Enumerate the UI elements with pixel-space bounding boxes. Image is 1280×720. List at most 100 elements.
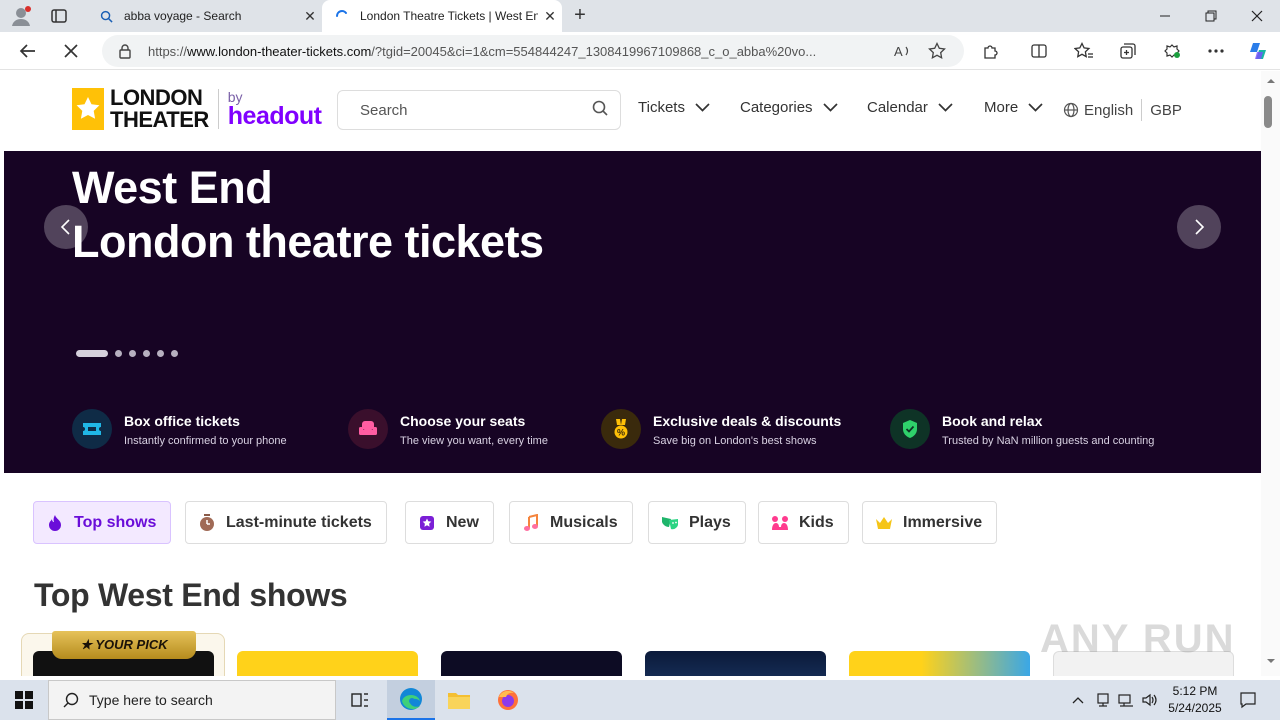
feature-subtitle: Trusted by NaN million guests and counti… [942,435,1155,447]
show-card[interactable] [237,651,418,676]
back-arrow-icon[interactable] [13,36,43,66]
category-chip-last-minute[interactable]: Last-minute tickets [185,501,387,544]
currency-label[interactable]: GBP [1150,102,1182,119]
minimize-button[interactable] [1142,0,1188,32]
read-aloud-icon[interactable]: A [894,43,918,59]
close-tab-icon[interactable]: ✕ [298,8,322,25]
tray-chevron-up-icon[interactable] [1068,690,1088,710]
logo-star-icon [72,88,104,130]
taskbar-search-placeholder: Type here to search [89,692,213,708]
close-window-button[interactable] [1234,0,1280,32]
show-card[interactable] [645,651,826,676]
tab-abba-voyage-search[interactable]: abba voyage - Search ✕ [86,0,322,32]
hero-banner: West End London theatre tickets Box offi… [4,151,1261,473]
category-chip-plays[interactable]: Plays [648,501,746,544]
edge-browser-icon[interactable] [387,680,435,720]
settings-more-icon[interactable] [1203,38,1229,64]
chip-label: Musicals [550,513,618,531]
carousel-next-button[interactable] [1177,205,1221,249]
feature-subtitle: Instantly confirmed to your phone [124,435,287,447]
chip-label: Kids [799,513,834,531]
close-tab-icon[interactable]: ✕ [538,8,562,25]
carousel-dot[interactable] [143,350,150,357]
logo-brand-text: headout [227,102,322,130]
feature-choose-seats: Choose your seats The view you want, eve… [348,409,548,449]
search-input[interactable] [360,101,592,119]
file-explorer-icon[interactable] [435,680,483,720]
clock-date: 5/24/2025 [1168,701,1222,715]
chevron-down-icon [822,103,838,112]
category-chip-immersive[interactable]: Immersive [862,501,998,544]
favorite-star-icon[interactable] [928,42,952,60]
carousel-dot[interactable] [129,350,136,357]
notifications-icon[interactable] [1238,690,1258,710]
nav-tickets[interactable]: Tickets [638,99,710,116]
category-chip-new[interactable]: New [405,501,494,544]
browser-essentials-icon[interactable] [1159,38,1185,64]
split-screen-icon[interactable] [1026,38,1052,64]
feature-title: Exclusive deals & discounts [653,413,842,429]
copilot-icon[interactable] [1245,38,1271,64]
profile-avatar-icon[interactable] [10,5,34,27]
nav-categories[interactable]: Categories [740,99,838,116]
address-bar[interactable]: https://www.london-theater-tickets.com/?… [102,35,964,67]
feature-book-relax: Book and relax Trusted by NaN million gu… [890,409,1154,449]
browser-tab-bar: abba voyage - Search ✕ London Theatre Ti… [0,0,1280,32]
carousel-prev-button[interactable] [44,205,88,249]
chip-label: Plays [689,513,731,531]
site-search[interactable] [337,90,621,130]
firefox-icon[interactable] [484,680,532,720]
network-device-icon[interactable] [1093,690,1113,710]
category-chip-kids[interactable]: Kids [758,501,849,544]
collections-icon[interactable] [1115,38,1141,64]
carousel-dot[interactable] [76,350,108,357]
carousel-dot[interactable] [115,350,122,357]
network-icon[interactable] [1116,690,1136,710]
chip-label: Immersive [903,513,983,531]
site-header: LONDON THEATER by headout Tickets Catego… [4,71,1261,151]
svg-text:%: % [617,428,625,438]
feature-subtitle: Save big on London's best shows [653,435,817,447]
clock-time: 5:12 PM [1172,684,1218,698]
show-card[interactable] [441,651,622,676]
show-card[interactable] [849,651,1030,676]
category-chip-top-shows[interactable]: Top shows [33,501,172,544]
feature-exclusive-deals: % Exclusive deals & discounts Save big o… [601,409,841,449]
nav-calendar[interactable]: Calendar [867,99,953,116]
site-logo[interactable]: LONDON THEATER by headout [72,87,322,131]
stop-loading-icon[interactable] [56,36,86,66]
favorites-icon[interactable] [1071,38,1097,64]
music-note-icon [522,513,540,532]
globe-icon [1063,102,1079,118]
scrollbar-thumb[interactable] [1264,96,1272,128]
carousel-indicators [76,350,185,357]
chip-label: New [446,513,479,531]
windows-start-icon[interactable] [0,680,48,720]
task-view-icon[interactable] [336,680,384,720]
restore-button[interactable] [1188,0,1234,32]
system-clock[interactable]: 5:12 PM 5/24/2025 [1162,683,1228,717]
tab-actions-icon[interactable] [50,7,70,25]
medal-icon: % [601,409,641,449]
search-icon [63,692,79,708]
tab-london-theatre[interactable]: London Theatre Tickets | West End ✕ [322,0,562,32]
taskbar-search[interactable]: Type here to search [48,680,336,720]
language-currency-selector[interactable]: English GBP [1063,99,1182,121]
volume-icon[interactable] [1140,690,1160,710]
kids-icon [771,514,789,532]
language-label[interactable]: English [1084,102,1133,119]
carousel-dot[interactable] [157,350,164,357]
new-tab-button[interactable]: + [568,4,592,28]
carousel-dot[interactable] [171,350,178,357]
extensions-icon[interactable] [978,38,1004,64]
chip-label: Top shows [74,513,157,531]
web-page: LONDON THEATER by headout Tickets Catego… [4,71,1261,676]
loading-spinner-icon [334,8,350,24]
search-icon[interactable] [592,100,608,121]
page-scrollbar[interactable] [1261,71,1280,676]
nav-more[interactable]: More [984,99,1043,116]
section-title: Top West End shows [34,577,348,613]
category-chip-musicals[interactable]: Musicals [509,501,633,544]
lock-icon[interactable] [118,43,134,59]
chevron-down-icon [695,103,710,112]
